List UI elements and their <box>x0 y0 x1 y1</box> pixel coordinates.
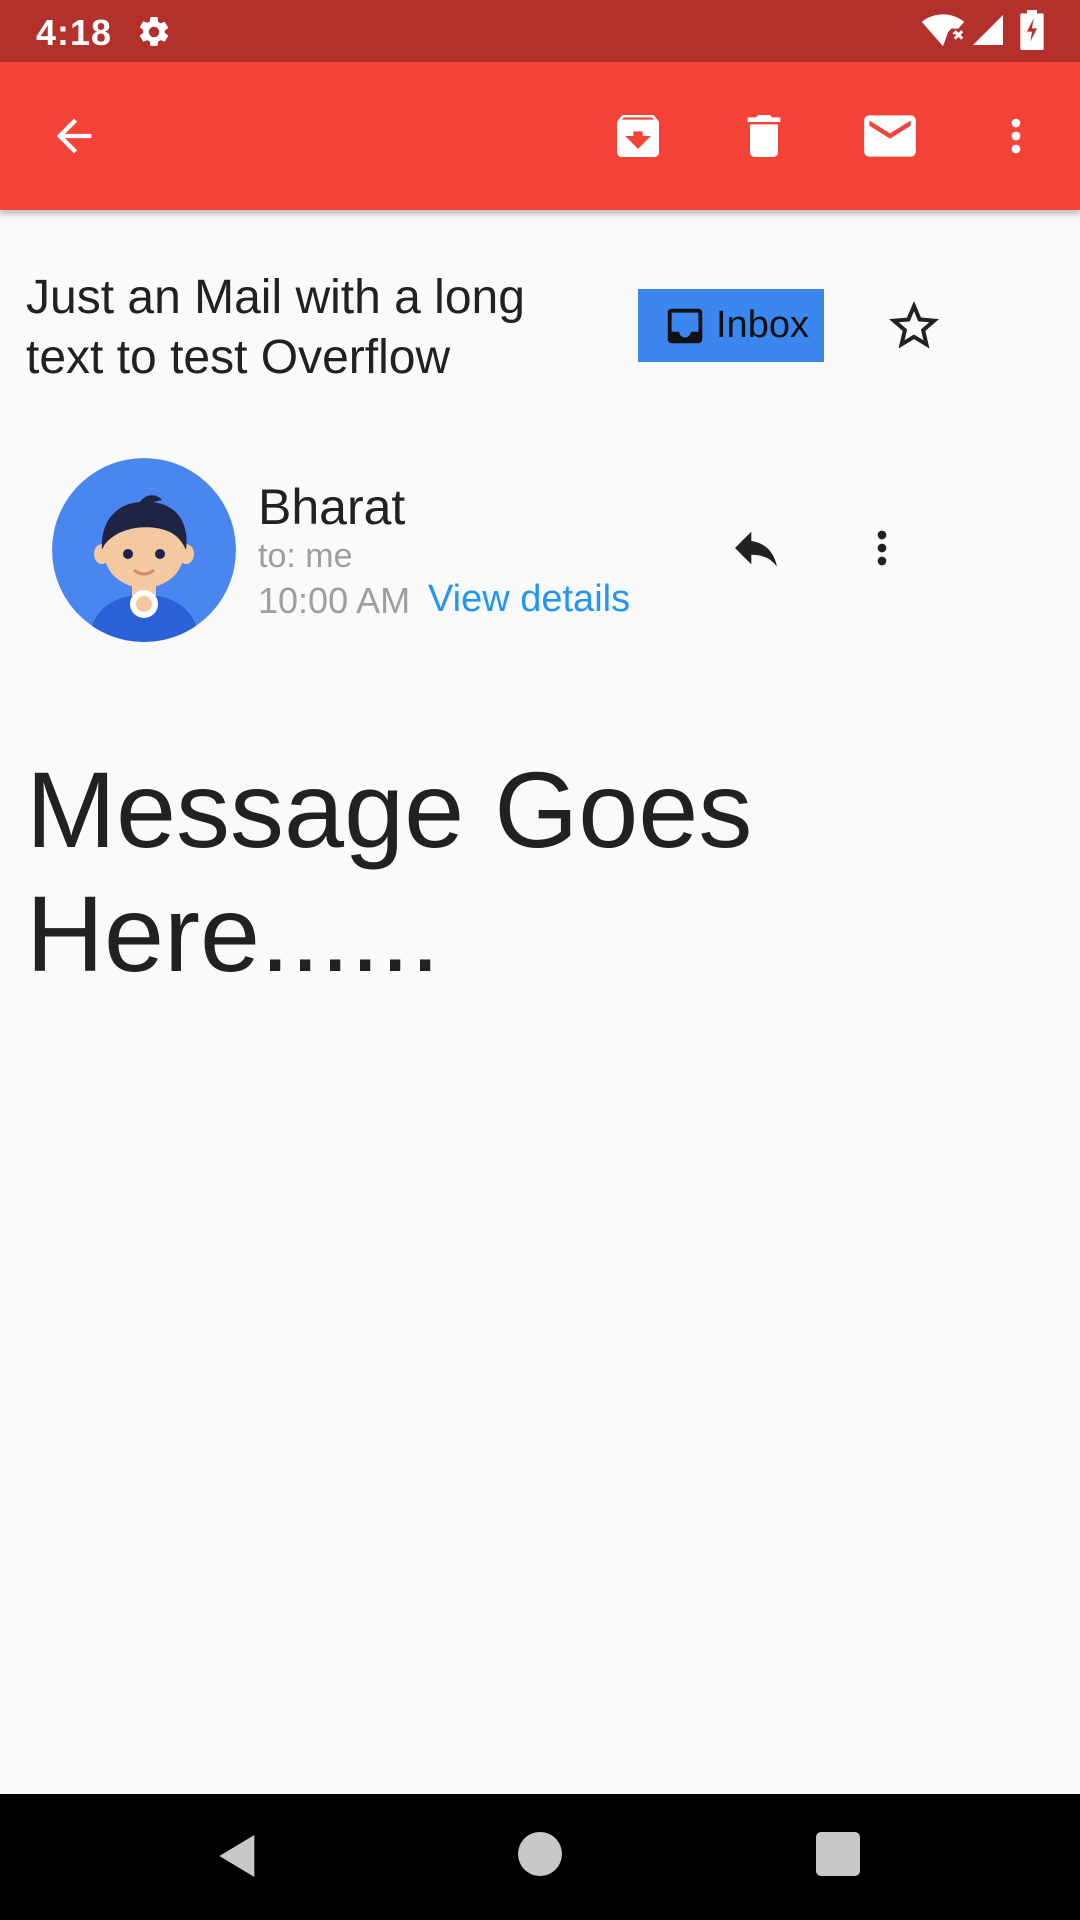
inbox-icon <box>667 308 703 343</box>
status-bar: 4:18 <box>0 0 1080 62</box>
archive-button[interactable] <box>602 100 674 172</box>
mail-icon <box>864 115 916 157</box>
email-time: 10:00 AM <box>258 580 411 621</box>
status-time: 4:18 <box>36 12 113 53</box>
inbox-label-chip[interactable]: Inbox <box>638 289 824 362</box>
archive-icon <box>617 115 659 157</box>
back-button[interactable] <box>38 100 110 172</box>
inbox-label: Inbox <box>716 304 809 346</box>
toolbar-more-button[interactable] <box>980 100 1052 172</box>
app-toolbar <box>0 62 1080 210</box>
delete-button[interactable] <box>728 100 800 172</box>
avatar-illustration <box>52 458 236 642</box>
recipient-line: to: me <box>258 537 353 575</box>
sender-name: Bharat <box>258 479 406 535</box>
system-nav-bar <box>0 1794 1080 1920</box>
view-details-link[interactable]: View details <box>428 578 630 621</box>
avatar <box>52 458 236 642</box>
message-more-icon[interactable] <box>856 520 908 576</box>
back-arrow-icon <box>56 118 92 154</box>
signal-icon <box>973 15 1003 45</box>
wifi-icon <box>921 14 965 47</box>
battery-icon <box>1020 10 1044 50</box>
mark-unread-button[interactable] <box>854 100 926 172</box>
message-body: Message Goes Here...... <box>26 749 753 994</box>
gear-icon <box>139 16 169 46</box>
nav-back-icon[interactable] <box>210 1828 266 1884</box>
nav-recents-icon[interactable] <box>816 1832 860 1876</box>
nav-home-icon[interactable] <box>518 1832 562 1876</box>
email-subject: Just an Mail with a long text to test Ov… <box>26 271 525 384</box>
delete-icon <box>747 115 781 157</box>
more-vert-icon <box>1011 118 1021 154</box>
reply-icon[interactable] <box>728 520 784 576</box>
star-icon[interactable] <box>884 296 944 356</box>
